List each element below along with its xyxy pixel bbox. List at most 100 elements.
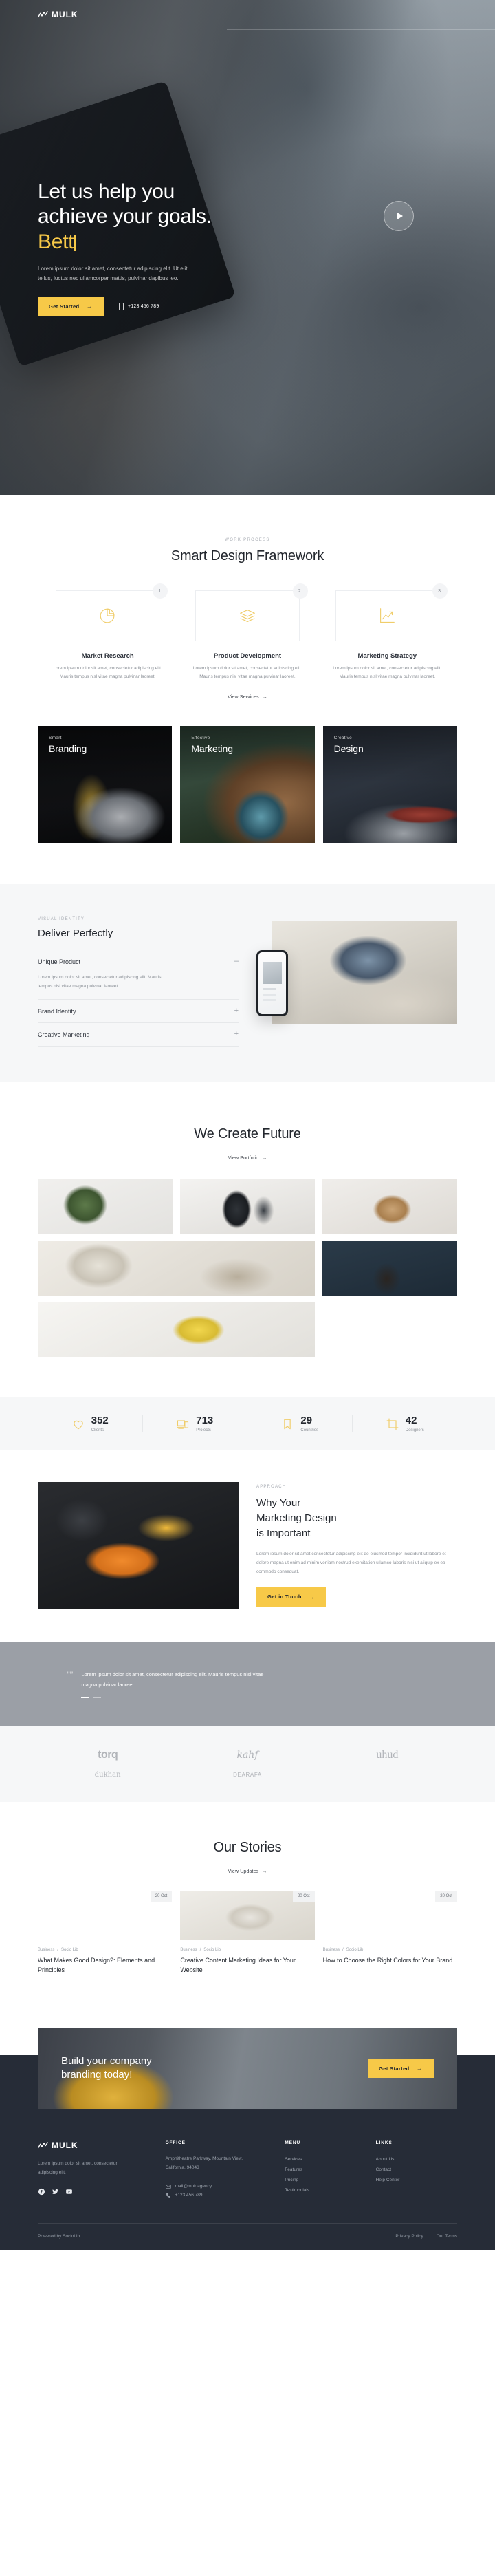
footer-menu-item[interactable]: Features — [285, 2165, 366, 2175]
footer-email: mail@muk.agency — [175, 2184, 212, 2189]
approach-eyebrow: APPROACH — [256, 1485, 287, 1490]
accordion-header[interactable]: Brand Identity + — [38, 1000, 239, 1022]
footer-phone-row[interactable]: +123 456 789 — [166, 2191, 276, 2200]
story-title: What Makes Good Design?: Elements and Pr… — [38, 1957, 155, 1974]
process-card-title: Product Development — [213, 652, 282, 660]
footer-links-heading: LINKS — [375, 2140, 393, 2146]
footer-menu-item[interactable]: Pricing — [285, 2175, 366, 2185]
approach-text: APPROACH Why Your Marketing Design is Im… — [256, 1485, 457, 1607]
stat-text: 29 Countries — [300, 1415, 318, 1432]
portfolio-item[interactable] — [322, 1179, 457, 1234]
stories-section: Our Stories View Updates → 20 Oct Busines… — [0, 1802, 495, 2007]
meta-separator: / — [342, 1948, 344, 1953]
story-thumbnail: 20 Oct — [323, 1891, 457, 1940]
footer-social-links — [38, 2188, 156, 2196]
get-in-touch-button[interactable]: Get in Touch → — [256, 1587, 327, 1607]
footer-about: Lorem ipsum dolor sit amet, consectetur … — [38, 2161, 118, 2176]
logo-uhud: uhud — [376, 1749, 399, 1761]
stories-title: Our Stories — [213, 1840, 282, 1856]
quote-icon: ”” — [67, 1669, 74, 1681]
footer-link-item[interactable]: Contact — [376, 2165, 457, 2175]
story-category: Business — [322, 1948, 340, 1953]
story-card[interactable]: 20 Oct Business / Socio Lib Creative Conte… — [180, 1891, 315, 1975]
hero-get-started-button[interactable]: Get Started → — [38, 297, 104, 316]
play-video-button[interactable] — [384, 201, 414, 231]
category-card-marketing[interactable]: Effective Marketing — [180, 726, 315, 844]
portfolio-item[interactable] — [179, 1179, 316, 1234]
accordion-label: Unique Product — [38, 958, 81, 965]
approach-title-line2: Marketing Design — [256, 1512, 337, 1525]
process-card-icon-box — [195, 590, 300, 641]
bookmark-icon — [284, 1419, 292, 1429]
portfolio-item[interactable] — [38, 1241, 316, 1296]
process-cards: 1. Market Research Lorem ipsum dolor sit… — [38, 583, 457, 681]
footer-menu-item[interactable]: Testimonials — [285, 2185, 366, 2196]
process-card: 2. Product Development Lorem ipsum dolor… — [177, 583, 317, 681]
stat-text: 713 Projects — [196, 1415, 213, 1432]
footer-logo[interactable]: MULK — [38, 2140, 156, 2150]
story-thumbnail: 20 Oct — [180, 1891, 315, 1941]
arrow-right-icon: → — [416, 2065, 423, 2072]
footer-copyright: Powered by SocioLib. — [38, 2233, 81, 2239]
footer-menu-heading: MENU — [285, 2140, 301, 2146]
hero-title-line2: achieve your goals. — [38, 205, 212, 228]
deliver-text-column: VISUAL IDENTITY Deliver Perfectly Unique… — [38, 917, 239, 1047]
view-portfolio-link[interactable]: View Portfolio → — [38, 1156, 457, 1161]
category-title: Branding — [49, 743, 87, 755]
category-text: Smart Branding — [49, 736, 87, 754]
process-card-number: 2. — [292, 583, 308, 599]
accordion-label: Creative Marketing — [38, 1031, 90, 1038]
approach-section: APPROACH Why Your Marketing Design is Im… — [0, 1450, 495, 1642]
portfolio-item[interactable] — [322, 1241, 457, 1296]
deliver-eyebrow: VISUAL IDENTITY — [38, 917, 85, 922]
pagination-dot[interactable] — [93, 1697, 102, 1699]
view-portfolio-label: View Portfolio — [228, 1156, 259, 1161]
story-card[interactable]: 20 Oct Business / Socio Lib What Makes Goo… — [38, 1891, 173, 1975]
privacy-policy-link[interactable]: Privacy Policy — [395, 2234, 423, 2239]
cta-title-line1: Build your company — [61, 2054, 152, 2067]
view-services-label: View Services — [228, 695, 259, 700]
story-title: Creative Content Marketing Ideas for You… — [180, 1957, 296, 1974]
approach-description: Lorem ipsum dolor sit amet consectetur a… — [256, 1551, 446, 1574]
portfolio-item[interactable] — [38, 1179, 173, 1234]
twitter-icon[interactable] — [52, 2188, 59, 2196]
story-date: 20 Oct — [435, 1891, 457, 1902]
youtube-icon[interactable] — [65, 2188, 73, 2196]
cta-banner: Build your company branding today! Get S… — [38, 2028, 457, 2110]
story-card[interactable]: 20 Oct Business / Socio Lib How to Choose … — [323, 1891, 457, 1975]
accordion-item-unique-product: Unique Product – Lorem ipsum dolor sit a… — [38, 950, 239, 1000]
testimonial-text: Lorem ipsum dolor sit amet, consectetur … — [81, 1671, 264, 1688]
stat-label: Clients — [91, 1428, 104, 1433]
story-category: Business — [38, 1948, 55, 1953]
pagination-dot-active[interactable] — [81, 1697, 90, 1699]
cta-get-started-button[interactable]: Get Started → — [368, 2059, 434, 2079]
category-card-branding[interactable]: Smart Branding — [38, 726, 173, 844]
category-card-design[interactable]: Creative Design — [322, 726, 457, 844]
hero-title-line1: Let us help you — [38, 180, 175, 203]
landing-page: MULK Let us help you achieve your goals.… — [0, 0, 495, 2251]
footer-link-item[interactable]: About Us — [376, 2154, 457, 2165]
hero-actions: Get Started → +123 456 789 — [38, 297, 457, 316]
view-updates-link[interactable]: View Updates → — [38, 1869, 457, 1874]
logo-dearafa: DEARAFA — [233, 1772, 262, 1779]
hero-content: Let us help you achieve your goals. Bett… — [0, 0, 495, 495]
our-terms-link[interactable]: Our Terms — [437, 2234, 457, 2239]
story-date: 20 Oct — [292, 1891, 315, 1902]
accordion-header[interactable]: Unique Product – — [38, 950, 239, 973]
get-in-touch-label: Get in Touch — [267, 1593, 302, 1600]
facebook-icon[interactable] — [38, 2188, 45, 2196]
footer-link-item[interactable]: Help Center — [376, 2175, 457, 2185]
view-services-link[interactable]: View Services → — [38, 695, 457, 700]
story-category: Business — [180, 1948, 197, 1953]
footer-menu-item[interactable]: Services — [285, 2154, 366, 2165]
hero-phone[interactable]: +123 456 789 — [118, 302, 160, 310]
story-meta: Business / Socio Lib — [180, 1948, 314, 1952]
portfolio-item[interactable] — [38, 1302, 316, 1358]
stat-clients: 352 Clients — [38, 1415, 143, 1433]
logo-row: dukhan DEARAFA — [38, 1771, 457, 1779]
footer-email-row[interactable]: mail@muk.agency — [165, 2182, 276, 2191]
story-tag: Socio Lib — [61, 1948, 78, 1953]
testimonial-pagination[interactable] — [81, 1697, 280, 1699]
process-card-desc: Lorem ipsum dolor sit amet, consectetur … — [53, 666, 162, 680]
accordion-header[interactable]: Creative Marketing + — [38, 1023, 239, 1046]
